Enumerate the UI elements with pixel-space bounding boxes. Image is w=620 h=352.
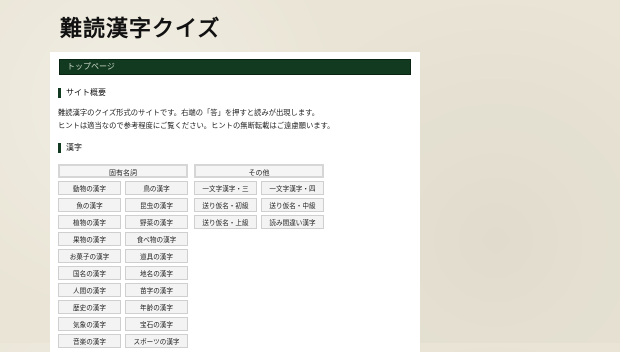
category-button[interactable]: 果物の漢字 <box>58 232 121 246</box>
breadcrumb: トップページ <box>59 59 411 75</box>
category-button[interactable]: 鳥の漢字 <box>125 181 188 195</box>
site-description: 難読漢字のクイズ形式のサイトです。右端の「答」を押すと読みが出現します。 ヒント… <box>58 106 334 132</box>
description-line-1: 難読漢字のクイズ形式のサイトです。右端の「答」を押すと読みが出現します。 <box>58 108 320 117</box>
category-button[interactable]: 野菜の漢字 <box>125 215 188 229</box>
category-button[interactable]: 送り仮名・中級 <box>261 198 324 212</box>
category-button[interactable]: 苗字の漢字 <box>125 283 188 297</box>
category-button[interactable]: 読み間違い漢字 <box>261 215 324 229</box>
category-button[interactable]: 年齢の漢字 <box>125 300 188 314</box>
column-header: その他 <box>194 164 324 178</box>
category-button[interactable]: 人間の漢字 <box>58 283 121 297</box>
site-title[interactable]: 難読漢字クイズ <box>60 11 220 43</box>
category-button[interactable]: 宝石の漢字 <box>125 317 188 331</box>
category-button[interactable]: 一文字漢字・三 <box>194 181 257 195</box>
category-button[interactable]: 一文字漢字・四 <box>261 181 324 195</box>
category-button[interactable]: 道具の漢字 <box>125 249 188 263</box>
category-button[interactable]: 昆虫の漢字 <box>125 198 188 212</box>
kanji-heading: 漢字 <box>58 143 82 153</box>
category-column-other: その他 一文字漢字・三 一文字漢字・四 送り仮名・初級 送り仮名・中級 送り仮名・上級読… <box>194 164 324 229</box>
category-button[interactable]: 食べ物の漢字 <box>125 232 188 246</box>
category-button[interactable]: 魚の漢字 <box>58 198 121 212</box>
category-button[interactable]: お菓子の漢字 <box>58 249 121 263</box>
category-button[interactable]: 植物の漢字 <box>58 215 121 229</box>
description-line-2: ヒントは適当なので参考程度にご覧ください。ヒントの無断転載はご遠慮願います。 <box>58 121 335 130</box>
category-button[interactable]: 送り仮名・初級 <box>194 198 257 212</box>
overview-heading: サイト概要 <box>58 88 106 98</box>
breadcrumb-home-link[interactable]: トップページ <box>67 61 115 72</box>
category-button[interactable]: 歴史の漢字 <box>58 300 121 314</box>
column-header: 固有名詞 <box>58 164 188 178</box>
category-button[interactable]: スポーツの漢字 <box>125 334 188 348</box>
category-button[interactable]: 国名の漢字 <box>58 266 121 280</box>
category-column-proper-nouns: 固有名詞 動物の漢字 鳥の漢字 魚の漢字 昆虫の漢字 植物の漢字 野菜の漢字 果物の漢字 食べ… <box>58 164 188 348</box>
category-button[interactable]: 送り仮名・上級 <box>194 215 257 229</box>
category-button[interactable]: 音楽の漢字 <box>58 334 121 348</box>
category-button[interactable]: 地名の漢字 <box>125 266 188 280</box>
category-button[interactable]: 気象の漢字 <box>58 317 121 331</box>
category-grid: 一文字漢字・三 一文字漢字・四 送り仮名・初級 送り仮名・中級 送り仮名・上級 読み間違い… <box>194 181 324 229</box>
category-button[interactable]: 動物の漢字 <box>58 181 121 195</box>
category-grid: 動物の漢字 鳥の漢字 魚の漢字 昆虫の漢字 植物の漢字 野菜の漢字 果物の漢字 食べ物の漢字お… <box>58 181 188 348</box>
